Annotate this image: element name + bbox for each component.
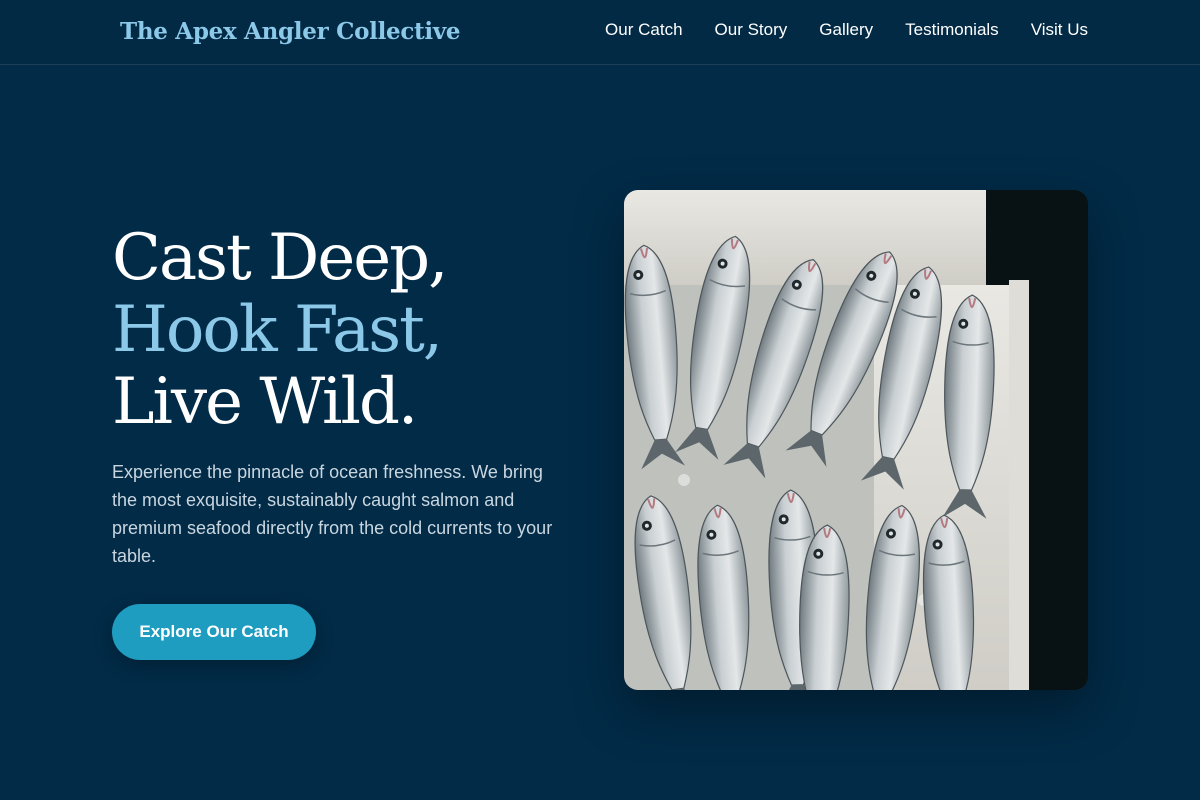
hero-description: Experience the pinnacle of ocean freshne…: [112, 462, 553, 566]
nav-link-visit-us[interactable]: Visit Us: [1031, 20, 1088, 39]
hero-headline: Cast Deep, Hook Fast, Live Wild.: [112, 222, 582, 438]
nav-link-testimonials[interactable]: Testimonials: [905, 20, 999, 39]
nav-link-our-story[interactable]: Our Story: [715, 20, 788, 39]
headline-line-1: Cast Deep,: [112, 221, 448, 295]
hero-fish-image: [624, 190, 1088, 690]
nav-item-testimonials: Testimonials: [905, 20, 999, 40]
nav-item-gallery: Gallery: [819, 20, 873, 40]
nav-links: Our Catch Our Story Gallery Testimonials…: [605, 20, 1088, 40]
nav-link-our-catch[interactable]: Our Catch: [605, 20, 682, 39]
hero-text-block: Cast Deep, Hook Fast, Live Wild. Experie…: [112, 222, 582, 570]
nav-item-our-story: Our Story: [715, 20, 788, 40]
headline-line-3: Live Wild.: [112, 365, 418, 439]
top-navbar: The Apex Angler Collective Our Catch Our…: [0, 0, 1200, 65]
brand-logo-link[interactable]: The Apex Angler Collective: [120, 18, 461, 45]
explore-catch-button[interactable]: Explore Our Catch: [112, 604, 316, 660]
headline-line-2: Hook Fast,: [112, 293, 443, 367]
fish-crate-illustration: [624, 190, 1088, 690]
nav-link-gallery[interactable]: Gallery: [819, 20, 873, 39]
nav-item-our-catch: Our Catch: [605, 20, 682, 40]
nav-item-visit-us: Visit Us: [1031, 20, 1088, 40]
